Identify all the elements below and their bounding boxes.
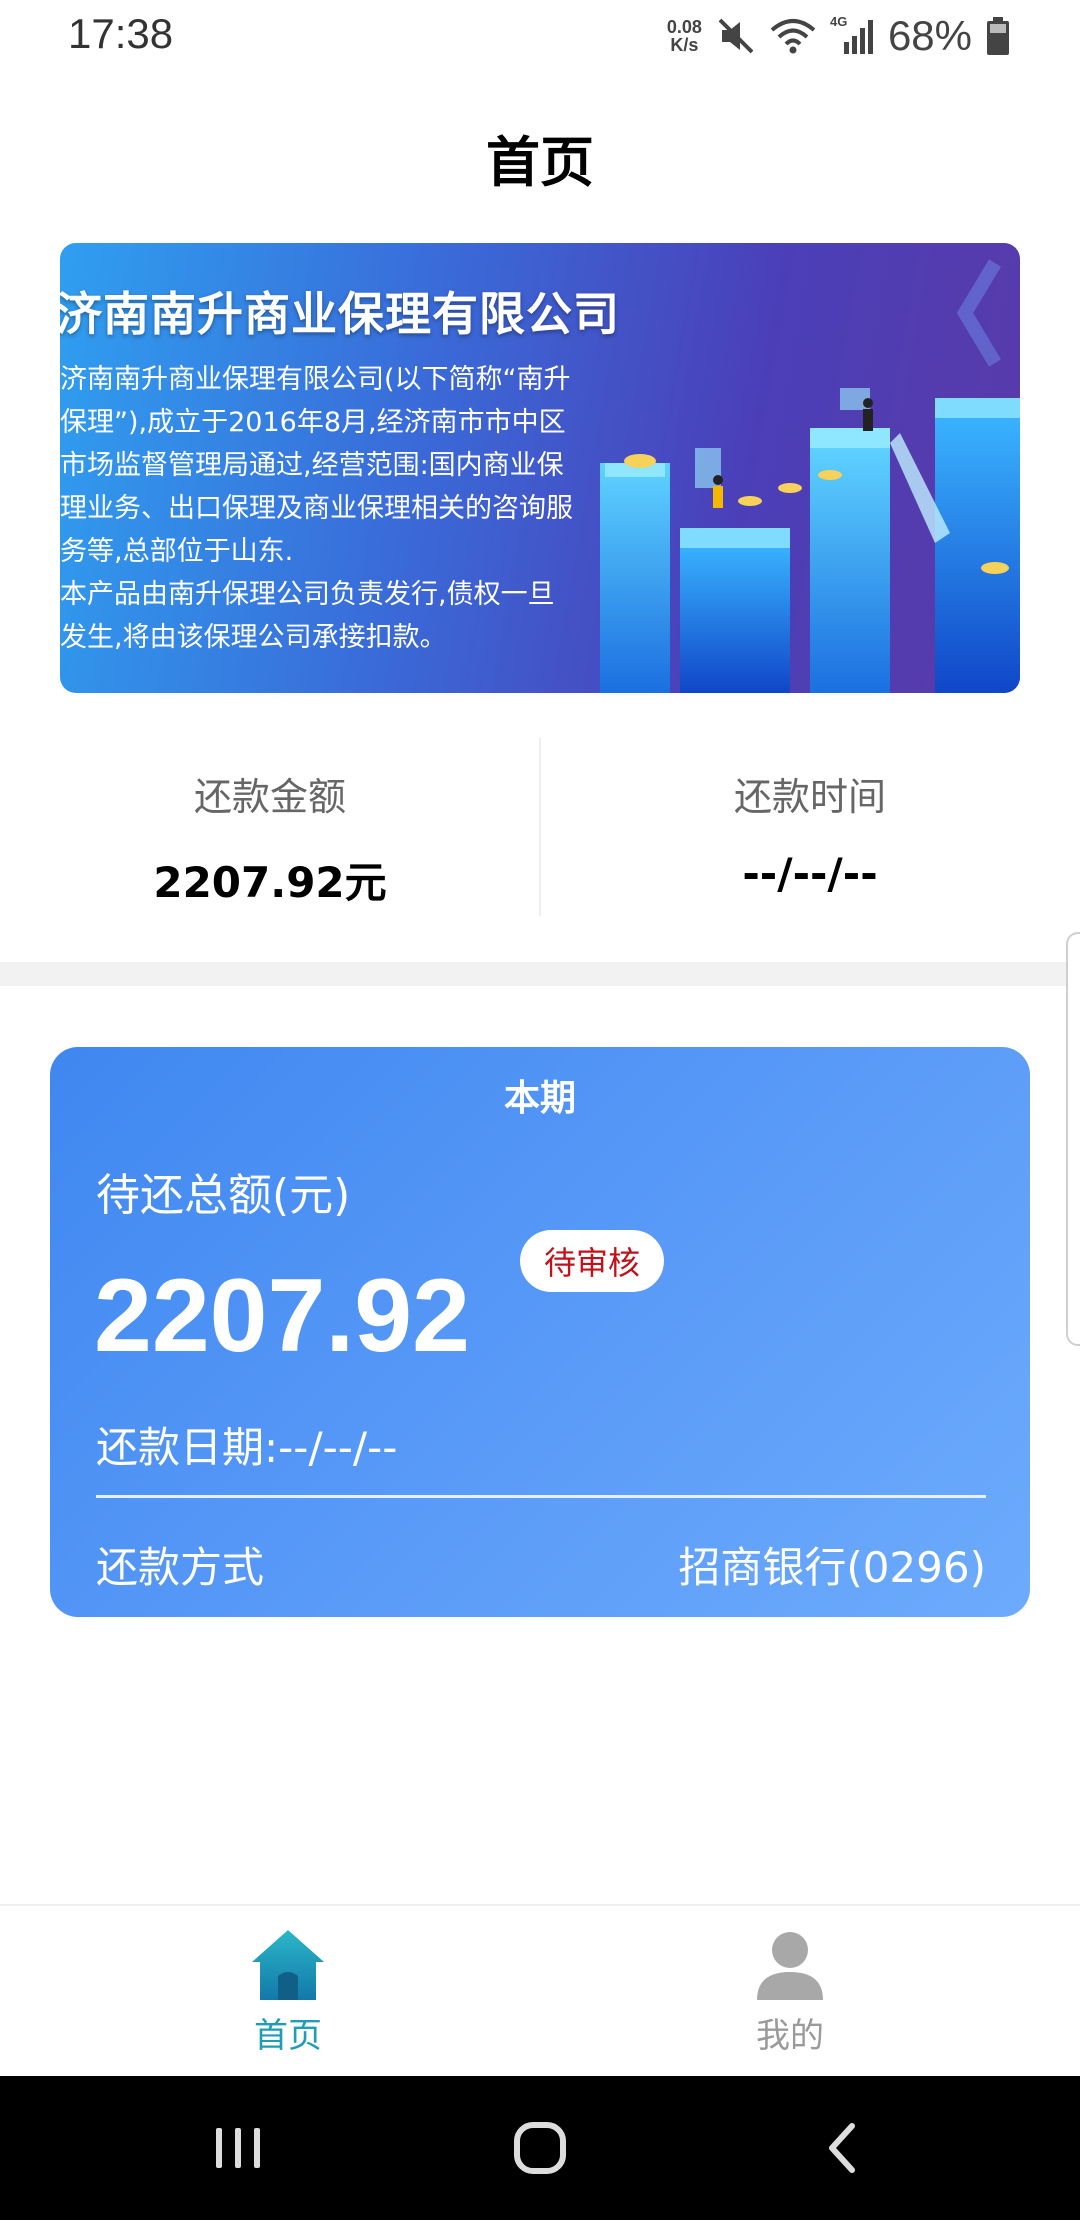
banner-line: 务等,总部位于山东. <box>60 536 294 567</box>
tab-home-label: 首页 <box>254 2016 322 2056</box>
tab-home[interactable]: 首页 <box>158 1928 418 2057</box>
bottom-tab-bar: 首页 我的 <box>0 1904 1080 2078</box>
recents-icon[interactable] <box>198 2116 278 2180</box>
banner-line: 发生,将由该保理公司承接扣款。 <box>60 622 447 653</box>
banner-description: 济南南升商业保理有限公司(以下简称“南升 保理”),成立于2016年8月,经济南… <box>60 358 600 659</box>
status-icons: 0.08 K/s 4G 68% <box>667 8 1010 64</box>
home-icon <box>158 1928 418 2002</box>
company-banner[interactable]: 济南南升商业保理有限公司 济南南升商业保理有限公司(以下简称“南升 保理”),成… <box>60 243 1020 693</box>
card-divider <box>96 1495 986 1498</box>
net-speed-unit: K/s <box>670 35 699 55</box>
card-amount: 2207.92 <box>94 1258 470 1374</box>
tab-mine[interactable]: 我的 <box>660 1928 920 2057</box>
system-nav-bar <box>0 2076 1080 2220</box>
battery-icon <box>986 16 1010 56</box>
net-speed: 0.08 K/s <box>667 18 702 54</box>
back-icon[interactable] <box>802 2116 882 2180</box>
repayment-amount-block: 还款金额 2207.92元 <box>0 738 540 916</box>
repayment-amount-value: 2207.92元 <box>153 858 387 907</box>
page-title: 首页 <box>486 131 594 194</box>
repayment-time-block: 还款时间 --/--/-- <box>540 738 1080 916</box>
tab-mine-label: 我的 <box>756 2016 824 2056</box>
net-speed-value: 0.08 <box>666 17 702 37</box>
current-period-card[interactable]: 本期 待还总额(元) 2207.92 待审核 还款日期:--/--/-- 还款方… <box>50 1047 1030 1617</box>
card-period-title: 本期 <box>503 1078 576 1119</box>
banner-company-name: 济南南升商业保理有限公司 <box>60 287 620 341</box>
card-amount-label: 待还总额(元) <box>96 1170 351 1221</box>
wifi-icon <box>770 16 816 56</box>
mute-icon <box>716 16 756 56</box>
banner-line: 济南南升商业保理有限公司(以下简称“南升 <box>60 364 571 395</box>
city-illustration <box>600 259 1020 693</box>
repayment-amount-label: 还款金额 <box>193 775 346 819</box>
user-icon <box>660 1928 920 2002</box>
network-type: 4G <box>830 14 847 29</box>
home-button-icon[interactable] <box>500 2116 580 2180</box>
card-repayment-date: 还款日期:--/--/-- <box>96 1423 398 1472</box>
banner-line: 保理”),成立于2016年8月,经济南市市中区 <box>60 407 566 438</box>
signal-icon: 4G <box>830 14 874 58</box>
status-time: 17:38 <box>68 10 174 57</box>
side-drawer-handle[interactable] <box>1066 932 1080 1346</box>
repayment-time-label: 还款时间 <box>733 775 886 819</box>
banner-line: 本产品由南升保理公司负责发行,债权一旦 <box>60 579 555 610</box>
repayment-method-label: 还款方式 <box>96 1543 265 1592</box>
repayment-method-value[interactable]: 招商银行(0296) <box>678 1534 986 1595</box>
battery-percent: 68% <box>887 12 972 59</box>
status-badge: 待审核 <box>520 1230 664 1292</box>
repayment-summary: 还款金额 2207.92元 还款时间 --/--/-- <box>0 738 1080 916</box>
banner-line: 市场监督管理局通过,经营范围:国内商业保 <box>60 450 564 481</box>
banner-line: 理业务、出口保理及商业保理相关的咨询服 <box>60 493 573 524</box>
status-bar: 17:38 0.08 K/s 4G 68% <box>0 0 1080 72</box>
repayment-time-value: --/--/-- <box>742 849 878 898</box>
section-divider <box>0 962 1080 986</box>
